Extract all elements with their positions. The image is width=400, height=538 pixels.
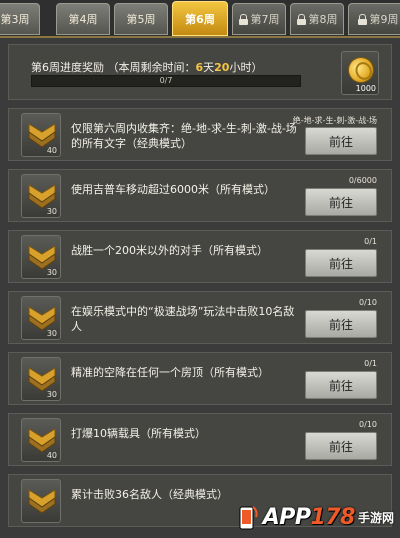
days-unit: 天: [203, 61, 215, 74]
remaining-hours: 20: [214, 61, 230, 74]
tab-week-9[interactable]: 第9周: [348, 3, 400, 35]
title-prefix: 第6周进度奖励 （本周剩余时间：: [31, 61, 196, 74]
task-row: 30 战胜一个200米以外的对手（所有模式） 0/1 前往: [8, 230, 392, 283]
badge-level: 30: [46, 207, 57, 216]
rank-badge: 40: [21, 418, 61, 462]
watermark-prefix: APP: [262, 504, 311, 530]
coin-icon: [343, 52, 379, 88]
go-button[interactable]: 前往: [305, 310, 377, 338]
task-row: 30 精准的空降在任何一个房顶（所有模式） 0/1 前往: [8, 352, 392, 405]
rank-badge: 30: [21, 296, 61, 340]
task-progress: 0/10: [359, 420, 377, 429]
task-row: 40 仅限第六周内收集齐：绝-地-求-生-刺-激-战-场的所有文字（经典模式） 绝-…: [8, 108, 392, 161]
watermark-brand: APP178: [262, 504, 356, 530]
hours-unit: 小时）: [229, 61, 263, 74]
go-button[interactable]: 前往: [305, 432, 377, 460]
task-description: 打爆10辆载具（所有模式）: [71, 427, 206, 440]
watermark-number: 178: [310, 504, 356, 530]
chevron-rank-icon: [28, 367, 56, 392]
tab-label: 第4周: [68, 13, 98, 26]
rank-badge: 30: [21, 357, 61, 401]
rank-badge: 30: [21, 235, 61, 279]
tab-week-8[interactable]: 第8周: [290, 3, 344, 35]
task-row: 30 在娱乐模式中的“极速战场”玩法中击败10名敌人 0/10 前往: [8, 291, 392, 344]
tab-label: 第8周: [308, 13, 338, 26]
tab-label: 第5周: [126, 13, 156, 26]
chevron-rank-icon: [28, 245, 56, 270]
task-description: 使用吉普车移动超过6000米（所有模式）: [71, 183, 275, 196]
weekly-progress-text: 0/7: [159, 76, 173, 85]
go-button[interactable]: 前往: [305, 249, 377, 277]
weekly-progress-panel: 第6周进度奖励 （本周剩余时间：6天20小时） 0/7 1000: [8, 44, 392, 100]
badge-level: 30: [46, 268, 57, 277]
lock-icon: [238, 13, 248, 25]
chevron-rank-icon: [28, 306, 56, 331]
task-progress: 0/6000: [348, 176, 377, 185]
go-button[interactable]: 前往: [305, 188, 377, 216]
task-progress: 0/1: [364, 359, 377, 368]
tab-week-5[interactable]: 第5周: [114, 3, 168, 35]
task-description: 在娱乐模式中的“极速战场”玩法中击败10名敌人: [71, 305, 295, 333]
tab-label: 第7周: [250, 13, 280, 26]
rank-badge: 30: [21, 174, 61, 218]
weekly-progress-title: 第6周进度奖励 （本周剩余时间：6天20小时）: [31, 59, 262, 75]
task-description: 精准的空降在任何一个房顶（所有模式）: [71, 366, 269, 379]
tab-week-7[interactable]: 第7周: [232, 3, 286, 35]
rank-badge: [21, 479, 61, 523]
lock-icon: [357, 13, 367, 25]
tab-week-6[interactable]: 第6周: [172, 1, 228, 36]
reward-count: 1000: [355, 84, 376, 93]
task-progress: 0/1: [364, 237, 377, 246]
go-button[interactable]: 前往: [305, 371, 377, 399]
chevron-rank-icon: [28, 184, 56, 209]
chevron-rank-icon: [28, 489, 56, 514]
week-tab-bar: 第3周 第4周 第5周 第6周 第7周 第8周 第9周: [0, 0, 400, 38]
badge-level: 30: [46, 390, 57, 399]
task-description: 仅限第六周内收集齐：绝-地-求-生-刺-激-战-场的所有文字（经典模式）: [71, 122, 297, 150]
chevron-rank-icon: [28, 123, 56, 148]
lock-icon: [296, 13, 306, 25]
task-row: 40 打爆10辆载具（所有模式） 0/10 前往: [8, 413, 392, 466]
task-description: 战胜一个200米以外的对手（所有模式）: [71, 244, 268, 257]
rank-badge: 40: [21, 113, 61, 157]
tab-label: 第3周: [0, 13, 30, 26]
watermark-suffix: 手游网: [357, 510, 394, 525]
phone-logo-icon: [236, 503, 260, 531]
badge-level: 40: [46, 451, 57, 460]
go-button[interactable]: 前往: [305, 127, 377, 155]
site-watermark: APP178 手游网: [236, 500, 394, 534]
badge-level: 30: [46, 329, 57, 338]
tab-label: 第6周: [185, 12, 215, 26]
badge-level: 40: [46, 146, 57, 155]
task-progress: 0/10: [359, 298, 377, 307]
remaining-days: 6: [195, 61, 204, 74]
tab-label: 第9周: [369, 13, 399, 26]
tab-week-3[interactable]: 第3周: [0, 3, 40, 35]
weekly-reward-item[interactable]: 1000: [341, 51, 379, 95]
task-row: 30 使用吉普车移动超过6000米（所有模式） 0/6000 前往: [8, 169, 392, 222]
chevron-rank-icon: [28, 428, 56, 453]
task-progress: 绝-地-求-生-刺-激-战-场: [292, 116, 377, 125]
tab-week-4[interactable]: 第4周: [56, 3, 110, 35]
